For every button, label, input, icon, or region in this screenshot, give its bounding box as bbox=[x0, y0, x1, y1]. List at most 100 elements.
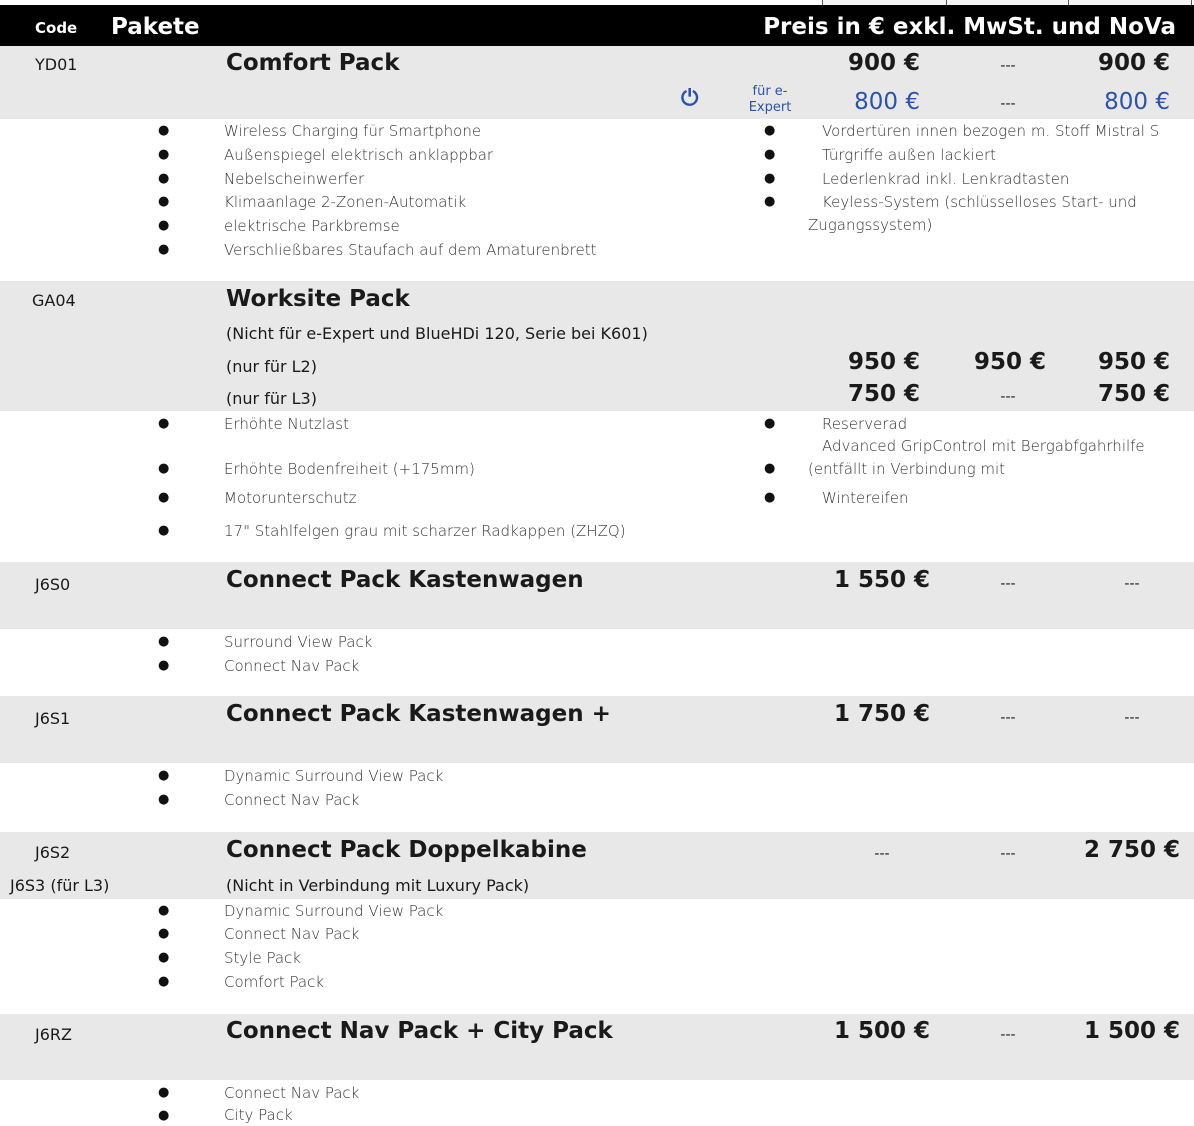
e-expert-note: für e-Expert bbox=[748, 84, 792, 115]
price-col2: --- bbox=[1000, 576, 1016, 592]
feature-item: Verschließbares Staufach auf dem Amature… bbox=[224, 241, 597, 259]
price-col1: 950 € bbox=[847, 349, 920, 375]
feature-item: Connect Nav Pack bbox=[224, 657, 360, 675]
price-col3: 900 € bbox=[1097, 50, 1170, 76]
feature-item: Connect Nav Pack bbox=[224, 1084, 360, 1102]
price-col2: --- bbox=[1000, 389, 1016, 405]
price-col1: 900 € bbox=[847, 50, 920, 76]
feature-item: Klimaanlage 2-Zonen-Automatik bbox=[224, 193, 467, 211]
feature-item: (entfällt in Verbindung mit bbox=[808, 460, 1006, 478]
price-col2: --- bbox=[1000, 846, 1016, 862]
bullet-icon: ● bbox=[158, 218, 170, 233]
feature-item: Wireless Charging für Smartphone bbox=[224, 122, 482, 140]
feature-item: Nebelscheinwerfer bbox=[224, 170, 365, 188]
price-col1: --- bbox=[874, 846, 890, 862]
feature-item: Connect Nav Pack bbox=[224, 791, 360, 809]
bullet-icon: ● bbox=[158, 490, 170, 505]
feature-item: Motorunterschutz bbox=[224, 489, 357, 507]
price-col1: 1 550 € bbox=[833, 567, 930, 593]
price-col1: 750 € bbox=[847, 381, 920, 407]
feature-item: Dynamic Surround View Pack bbox=[224, 902, 444, 920]
bullet-icon: ● bbox=[158, 523, 170, 538]
feature-item: Lederlenkrad inkl. Lenkradtasten bbox=[822, 170, 1070, 188]
e-price-col3: 800 € bbox=[1104, 89, 1170, 115]
feature-item: Wintereifen bbox=[822, 489, 909, 507]
price-col3: 2 750 € bbox=[1083, 837, 1180, 863]
e-price-col1: 800 € bbox=[854, 89, 920, 115]
feature-item: Style Pack bbox=[224, 949, 301, 967]
feature-item: Vordertüren innen bezogen m. Stoff Mistr… bbox=[822, 122, 1160, 140]
price-col1: 1 500 € bbox=[833, 1018, 930, 1044]
package-title: Connect Pack Doppelkabine bbox=[226, 837, 587, 863]
table-header: Code Pakete Preis in € exkl. MwSt. und N… bbox=[0, 5, 1194, 46]
bullet-icon: ● bbox=[158, 171, 170, 186]
bullet-icon: ● bbox=[158, 461, 170, 476]
package-title: Connect Pack Kastenwagen bbox=[226, 567, 584, 593]
bullet-icon: ● bbox=[158, 903, 170, 918]
package-code: GA04 bbox=[32, 291, 76, 310]
feature-item: City Pack bbox=[224, 1106, 293, 1124]
header-code: Code bbox=[35, 19, 78, 37]
bullet-icon: ● bbox=[158, 416, 170, 431]
variant-l3: (nur für L3) bbox=[226, 389, 317, 408]
feature-item: 17" Stahlfelgen grau mit scharzer Radkap… bbox=[224, 522, 626, 540]
package-band-connect-kastenwagen bbox=[0, 562, 1194, 629]
package-code: J6S0 bbox=[35, 575, 71, 594]
power-icon: ⏻ bbox=[681, 86, 699, 111]
package-note: (Nicht für e-Expert und BlueHDi 120, Ser… bbox=[226, 324, 648, 343]
bullet-icon: ● bbox=[764, 461, 776, 476]
package-code: J6RZ bbox=[35, 1025, 72, 1044]
price-col2: --- bbox=[1000, 1027, 1016, 1043]
feature-item: Keyless-System (schlüsselloses Start- un… bbox=[822, 193, 1137, 211]
price-col1: 1 750 € bbox=[833, 701, 930, 727]
price-col3: 1 500 € bbox=[1083, 1018, 1180, 1044]
package-code: J6S1 bbox=[35, 709, 71, 728]
price-col3: --- bbox=[1124, 576, 1140, 592]
package-code-alt: J6S3 (für L3) bbox=[10, 876, 110, 895]
package-title: Connect Pack Kastenwagen + bbox=[226, 701, 611, 727]
feature-item: Dynamic Surround View Pack bbox=[224, 767, 444, 785]
package-band-connect-doppelkabine bbox=[0, 832, 1194, 899]
package-title: Comfort Pack bbox=[226, 50, 400, 76]
bullet-icon: ● bbox=[158, 194, 170, 209]
e-price-col2: --- bbox=[1000, 96, 1016, 112]
bullet-icon: ● bbox=[764, 147, 776, 162]
feature-item: Comfort Pack bbox=[224, 973, 325, 991]
feature-item: Surround View Pack bbox=[224, 633, 373, 651]
bullet-icon: ● bbox=[158, 950, 170, 965]
package-title: Connect Nav Pack + City Pack bbox=[226, 1018, 613, 1044]
bullet-icon: ● bbox=[158, 926, 170, 941]
bullet-icon: ● bbox=[764, 123, 776, 138]
package-note: (Nicht in Verbindung mit Luxury Pack) bbox=[226, 876, 530, 895]
bullet-icon: ● bbox=[158, 768, 170, 783]
feature-item: Connect Nav Pack bbox=[224, 925, 360, 943]
bullet-icon: ● bbox=[158, 123, 170, 138]
variant-l2: (nur für L2) bbox=[226, 357, 317, 376]
feature-item: Zugangssystem) bbox=[808, 216, 933, 234]
price-col3: 750 € bbox=[1097, 381, 1170, 407]
feature-item: Reserverad bbox=[822, 415, 908, 433]
price-col2: --- bbox=[1000, 58, 1016, 74]
header-pakete: Pakete bbox=[111, 14, 200, 40]
bullet-icon: ● bbox=[764, 194, 776, 209]
package-code: YD01 bbox=[35, 55, 78, 74]
price-col2: 950 € bbox=[973, 349, 1046, 375]
feature-item: Advanced GripControl mit Bergabfgahrhilf… bbox=[822, 437, 1145, 455]
feature-item: Außenspiegel elektrisch anklappbar bbox=[224, 146, 494, 164]
bullet-icon: ● bbox=[764, 416, 776, 431]
bullet-icon: ● bbox=[158, 974, 170, 989]
bullet-icon: ● bbox=[764, 171, 776, 186]
package-title: Worksite Pack bbox=[226, 286, 410, 312]
price-col2: --- bbox=[1000, 710, 1016, 726]
bullet-icon: ● bbox=[158, 147, 170, 162]
bullet-icon: ● bbox=[764, 490, 776, 505]
bullet-icon: ● bbox=[158, 634, 170, 649]
bullet-icon: ● bbox=[158, 792, 170, 807]
header-preis: Preis in € exkl. MwSt. und NoVa bbox=[763, 14, 1176, 40]
bullet-icon: ● bbox=[158, 658, 170, 673]
feature-item: Erhöhte Nutzlast bbox=[224, 415, 349, 433]
feature-item: elektrische Parkbremse bbox=[224, 217, 400, 235]
bullet-icon: ● bbox=[158, 1085, 170, 1100]
price-col3: --- bbox=[1124, 710, 1140, 726]
feature-item: Türgriffe außen lackiert bbox=[822, 146, 997, 164]
